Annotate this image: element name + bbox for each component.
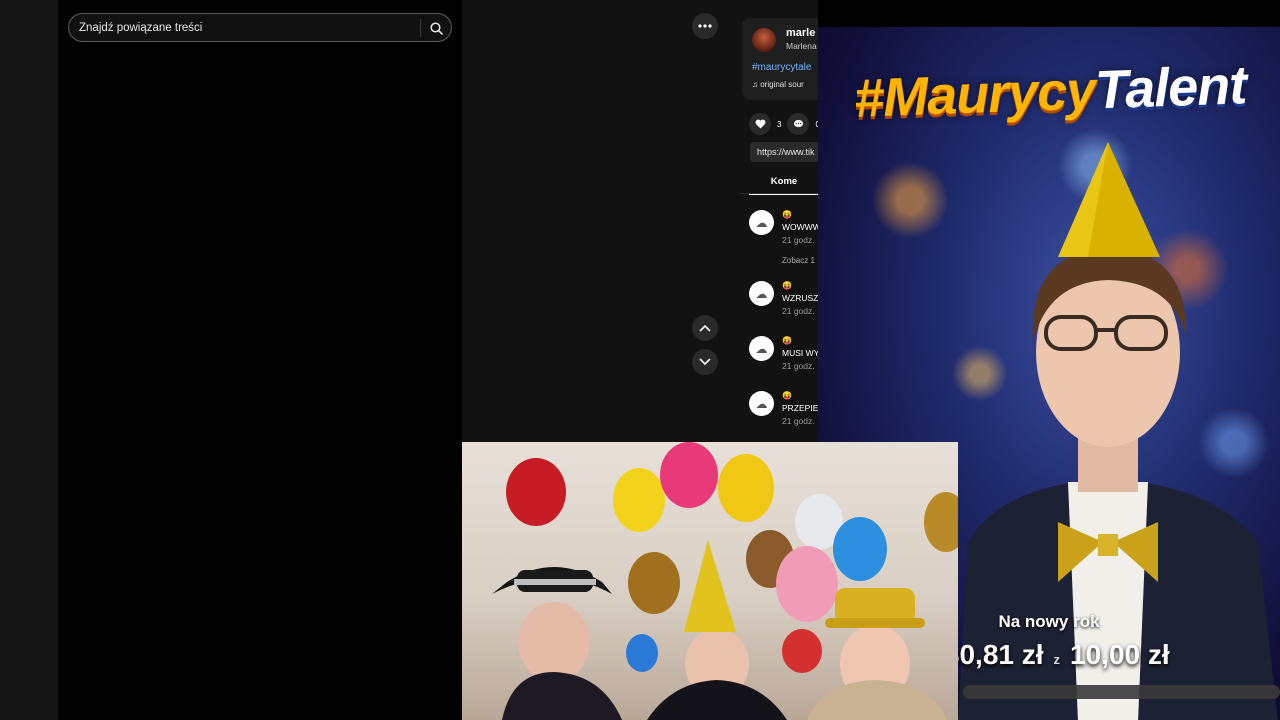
left-rail — [0, 0, 58, 720]
comment-icon — [793, 119, 803, 128]
avatar[interactable]: ☁ — [749, 281, 774, 306]
stream-title-hashtag: #Maurycy — [853, 60, 1097, 129]
like-count: 3 — [777, 119, 782, 129]
avatar[interactable]: ☁ — [749, 210, 774, 235]
comment-time: 21 godz. — [782, 416, 815, 426]
comment-item: ☁ 😝 PRZEPIE 21 godz. — [749, 391, 818, 431]
comment-time: 21 godz. — [782, 306, 815, 316]
author-avatar[interactable] — [752, 28, 776, 52]
tabs-divider — [740, 193, 818, 194]
comment-emoji: 😝 — [782, 281, 792, 290]
copy-link-field[interactable]: https://www.tik — [750, 142, 818, 162]
comment-time: 21 godz. — [782, 361, 815, 371]
search-pane — [58, 0, 462, 720]
webcam-feed — [462, 442, 958, 720]
author-name[interactable]: marle — [786, 27, 815, 39]
comment-text: PRZEPIE — [782, 403, 818, 413]
comment-text: WOWWW — [782, 222, 818, 232]
comment-emoji: 😝 — [782, 210, 792, 219]
video-pane — [462, 0, 740, 442]
like-button[interactable] — [749, 113, 771, 135]
comment-item: ☁ 😝 WOWWW 21 godz. — [749, 210, 818, 250]
comment-item: ☁ 😝 WZRUSZ 21 godz. — [749, 281, 818, 321]
stream-title: #MaurycyTalent — [853, 54, 1247, 130]
avatar[interactable]: ☁ — [749, 336, 774, 361]
goal-separator: z — [1053, 652, 1061, 667]
author-subtitle: Marlena — [786, 41, 817, 51]
more-horizontal-icon — [698, 24, 712, 28]
hashtag-link[interactable]: #maurycytale — [752, 62, 811, 73]
author-card: marle Marlena #maurycytale ♫ original so… — [742, 18, 818, 100]
comment-item: ☁ 😝 MUSI WY 21 godz. — [749, 336, 818, 376]
comments-panel: marle Marlena #maurycytale ♫ original so… — [740, 0, 818, 442]
action-row: 3 0 — [749, 113, 818, 135]
goal-target: 10,00 zł — [1070, 639, 1170, 670]
webcam-scene — [492, 442, 958, 720]
chevron-up-icon — [699, 324, 711, 332]
search-button[interactable] — [426, 18, 446, 38]
comment-text: MUSI WY — [782, 348, 818, 358]
comment-emoji: 😝 — [782, 391, 792, 400]
next-video-button[interactable] — [692, 349, 718, 375]
search-icon — [429, 21, 443, 35]
more-options-button[interactable] — [692, 13, 718, 39]
music-note-icon: ♫ — [752, 80, 758, 89]
search-divider — [420, 19, 421, 37]
comment-emoji: 😝 — [782, 336, 792, 345]
search-input[interactable] — [79, 19, 409, 37]
goal-progress-bar — [963, 685, 1280, 699]
comment-button[interactable] — [787, 113, 810, 135]
heart-icon — [755, 119, 765, 129]
comment-text: WZRUSZ — [782, 293, 818, 303]
stream-title-talent: Talent — [1094, 55, 1248, 121]
avatar[interactable]: ☁ — [749, 391, 774, 416]
sound-name: original sour — [760, 80, 804, 89]
see-replies-link[interactable]: Zobacz 1 — [782, 256, 815, 265]
goal-progress-fill — [963, 685, 1280, 699]
sound-row[interactable]: ♫ original sour — [752, 80, 804, 89]
chevron-down-icon — [699, 358, 711, 366]
previous-video-button[interactable] — [692, 315, 718, 341]
search-box — [68, 13, 452, 42]
comment-time: 21 godz. — [782, 235, 815, 245]
